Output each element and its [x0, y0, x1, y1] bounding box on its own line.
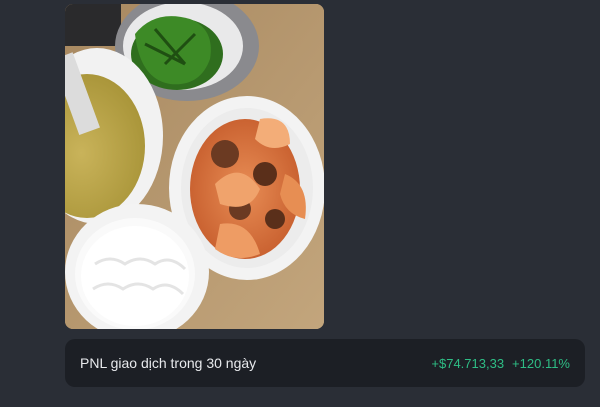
pnl-values: +$74.713,33 +120.11% [431, 356, 570, 371]
pnl-label: PNL giao dịch trong 30 ngày [80, 355, 257, 371]
pnl-card[interactable]: PNL giao dịch trong 30 ngày +$74.713,33 … [65, 339, 585, 387]
pnl-amount: +$74.713,33 [431, 355, 505, 371]
food-photo[interactable] [65, 4, 324, 329]
food-photo-icon [65, 4, 324, 329]
pnl-percent: +120.11% [512, 355, 570, 371]
